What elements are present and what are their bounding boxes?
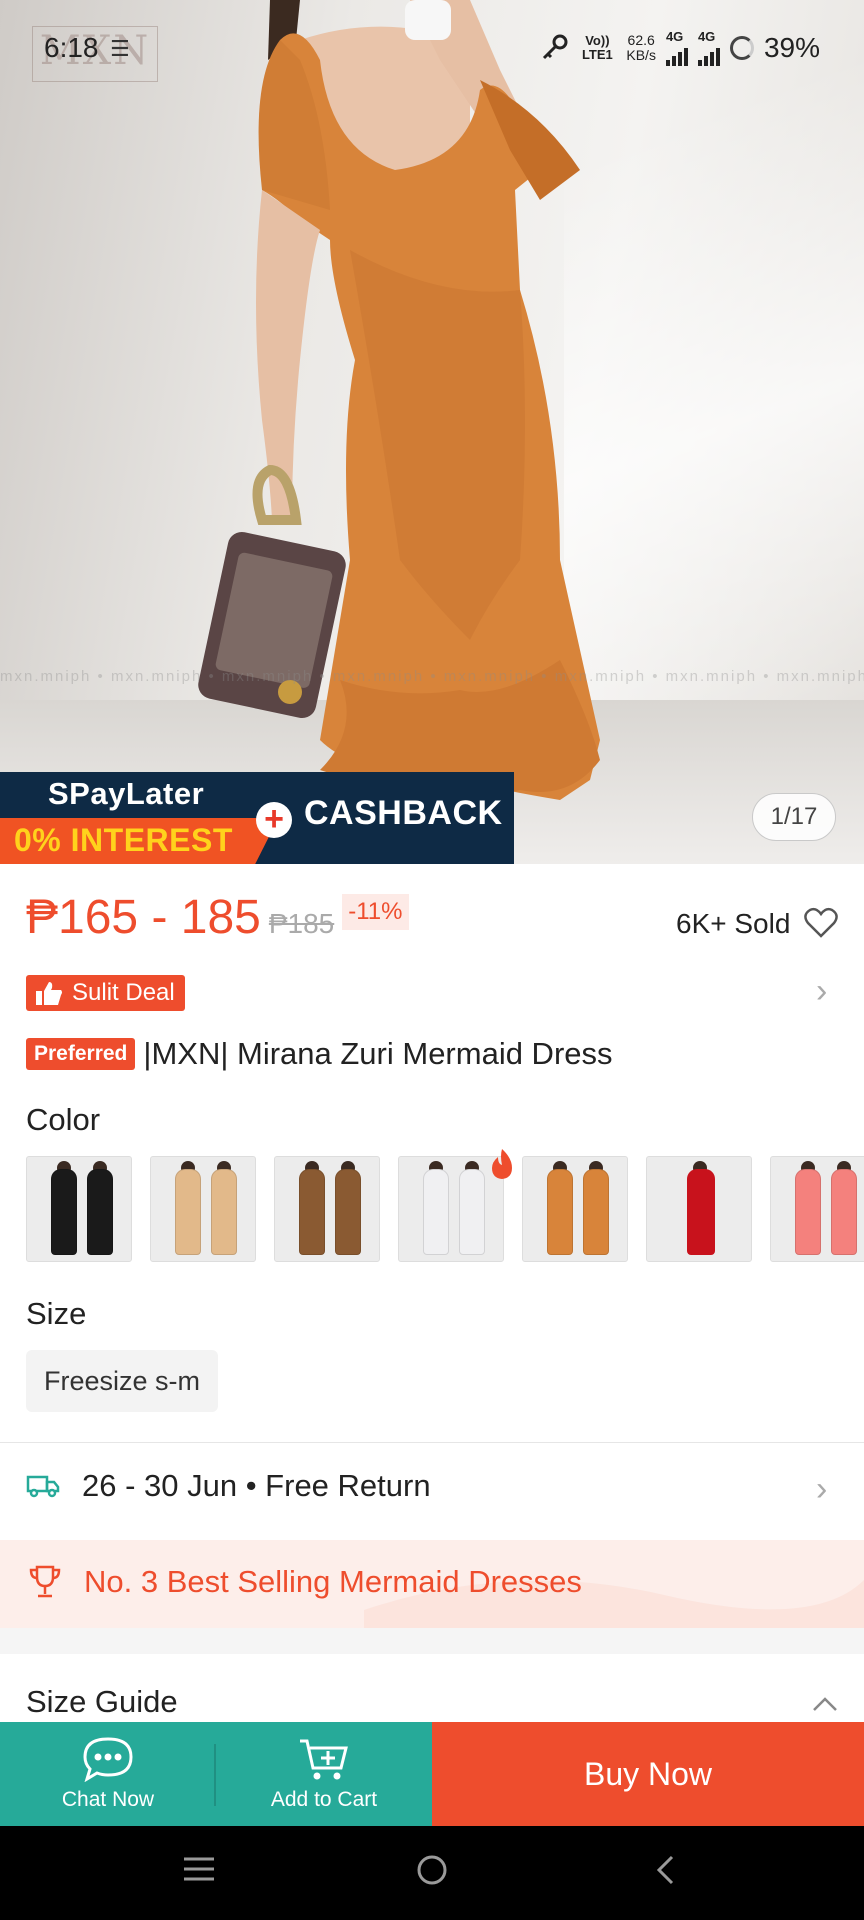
size-option-freesize[interactable]: Freesize s-m xyxy=(26,1350,219,1412)
discount-badge: -11% xyxy=(342,894,409,930)
product-title: |MXN| Mirana Zuri Mermaid Dress xyxy=(143,1036,613,1071)
signal-sim2-icon: 4G xyxy=(697,30,720,66)
shipping-text: 26 - 30 Jun • Free Return xyxy=(82,1468,431,1503)
image-counter: 1/17 xyxy=(752,793,836,841)
flame-icon xyxy=(492,1149,512,1179)
size-label: Size xyxy=(26,1296,87,1331)
menu-icon[interactable] xyxy=(182,1854,216,1884)
chevron-right-icon[interactable]: › xyxy=(816,1472,827,1506)
truck-icon xyxy=(26,1475,60,1498)
status-bar: 6:18 ☰ Vo)) LTE1 62.6 KB/s 4G 4G 39% xyxy=(0,0,864,100)
color-swatch-red[interactable] xyxy=(646,1156,752,1262)
back-icon[interactable] xyxy=(654,1854,676,1886)
net-speed: 62.6 KB/s xyxy=(626,32,656,63)
color-swatch-brown[interactable] xyxy=(274,1156,380,1262)
color-swatch-orange[interactable] xyxy=(522,1156,628,1262)
section-gap xyxy=(0,1628,864,1654)
watermark-text: mxn.mniph • mxn.mniph • mxn.mniph • mxn.… xyxy=(0,668,864,685)
color-swatch-pink[interactable] xyxy=(770,1156,864,1262)
divider xyxy=(0,1442,864,1443)
product-photo xyxy=(198,0,600,801)
color-swatch-black[interactable] xyxy=(26,1156,132,1262)
sulit-deal-badge[interactable]: Sulit Deal xyxy=(26,975,185,1011)
notification-icon: ☰ xyxy=(110,36,130,61)
preferred-badge: Preferred xyxy=(26,1038,136,1070)
color-swatch-beige[interactable] xyxy=(150,1156,256,1262)
spaylater-banner: SPayLater 0% INTEREST + CASHBACK xyxy=(0,772,514,864)
buy-now-button[interactable]: Buy Now xyxy=(432,1722,864,1826)
chat-now-button[interactable]: Chat Now xyxy=(0,1722,216,1826)
chat-icon xyxy=(83,1737,133,1782)
color-swatch-list xyxy=(26,1156,864,1262)
cashback-label: CASHBACK xyxy=(304,794,503,832)
trophy-icon xyxy=(29,1565,61,1598)
add-to-cart-button[interactable]: Add to Cart xyxy=(216,1722,432,1826)
home-icon[interactable] xyxy=(416,1854,448,1886)
add-to-cart-label: Add to Cart xyxy=(270,1788,378,1811)
interest-label: 0% INTEREST xyxy=(14,822,233,858)
status-icons: Vo)) LTE1 62.6 KB/s 4G 4G 39% xyxy=(540,30,820,66)
sulit-deal-label: Sulit Deal xyxy=(72,979,175,1006)
product-image-carousel[interactable]: mxn.mniph • mxn.mniph • mxn.mniph • mxn.… xyxy=(0,0,864,864)
sold-count: 6K+ Sold xyxy=(676,908,791,939)
price-range: ₱165 - 185 xyxy=(26,891,261,944)
heart-icon[interactable] xyxy=(804,907,838,939)
size-guide-label[interactable]: Size Guide xyxy=(26,1684,178,1720)
thumbs-up-icon xyxy=(36,982,62,1005)
chat-now-label: Chat Now xyxy=(61,1788,155,1811)
status-time: 6:18 xyxy=(44,32,99,63)
volte-indicator: Vo)) LTE1 xyxy=(581,33,613,62)
battery-percent: 39% xyxy=(763,32,820,63)
best-selling-banner[interactable]: No. 3 Best Selling Mermaid Dresses xyxy=(0,1540,864,1628)
battery-icon xyxy=(729,36,754,60)
divider xyxy=(214,1744,216,1806)
bottom-action-bar: Chat Now Add to Cart Buy Now xyxy=(0,1722,864,1826)
chevron-right-icon[interactable]: › xyxy=(816,974,827,1008)
plus-icon: + xyxy=(256,802,292,838)
key-icon xyxy=(543,34,568,60)
original-price: ₱185 xyxy=(268,908,335,939)
price-row: ₱165 - 185 ₱185 -11% xyxy=(26,890,409,945)
shipping-row[interactable]: 26 - 30 Jun • Free Return xyxy=(26,1468,431,1504)
cart-plus-icon xyxy=(300,1739,348,1780)
best-selling-text: No. 3 Best Selling Mermaid Dresses xyxy=(84,1564,582,1599)
product-title-row: Preferred |MXN| Mirana Zuri Mermaid Dres… xyxy=(26,1036,613,1072)
signal-sim1-icon: 4G xyxy=(665,30,688,66)
color-label: Color xyxy=(26,1102,101,1137)
chevron-up-icon[interactable] xyxy=(812,1696,838,1712)
spaylater-label: SPayLater xyxy=(48,776,205,811)
system-nav-bar xyxy=(0,1826,864,1920)
